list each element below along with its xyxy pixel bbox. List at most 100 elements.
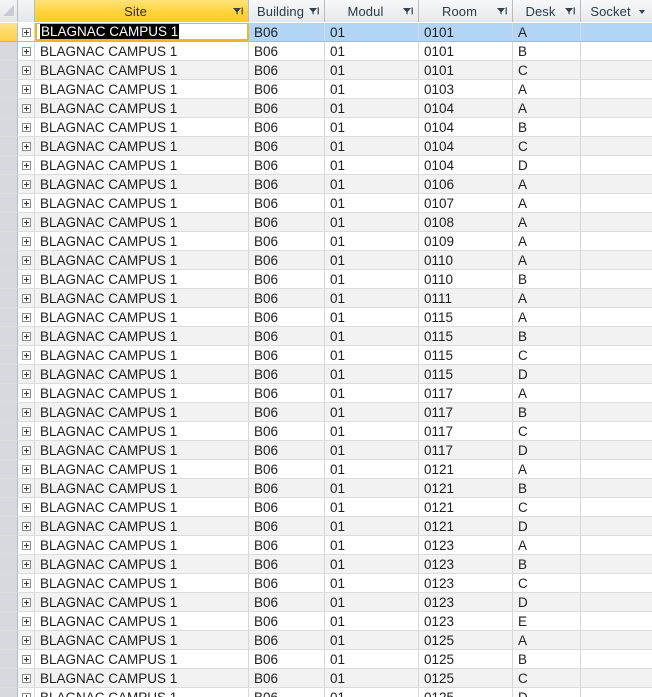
expand-row-button[interactable]	[18, 422, 35, 440]
cell-socket[interactable]	[581, 441, 652, 459]
cell-room[interactable]: 0110	[419, 251, 513, 269]
cell-room[interactable]: 0117	[419, 422, 513, 440]
expand-row-button[interactable]	[18, 137, 35, 155]
expand-row-button[interactable]	[18, 61, 35, 79]
table-row[interactable]: BLAGNAC CAMPUS 1 B06 01 0108 A	[0, 213, 652, 232]
table-row[interactable]: BLAGNAC CAMPUS 1 B06 01 0109 A	[0, 232, 652, 251]
cell-socket[interactable]	[581, 137, 652, 155]
record-selector[interactable]	[0, 213, 18, 231]
cell-room[interactable]: 0125	[419, 688, 513, 697]
cell-modul[interactable]: 01	[325, 194, 419, 212]
cell-building[interactable]: B06	[249, 251, 325, 269]
cell-site[interactable]: BLAGNAC CAMPUS 1	[35, 156, 249, 174]
cell-desk[interactable]: B	[513, 555, 581, 573]
cell-building[interactable]: B06	[249, 99, 325, 117]
cell-site[interactable]: BLAGNAC CAMPUS 1	[35, 593, 249, 611]
cell-socket[interactable]	[581, 365, 652, 383]
table-row[interactable]: BLAGNAC CAMPUS 1 B06 01 0104 B	[0, 118, 652, 137]
cell-modul[interactable]: 01	[325, 99, 419, 117]
cell-site[interactable]: BLAGNAC CAMPUS 1	[35, 232, 249, 250]
record-selector[interactable]	[0, 536, 18, 554]
cell-room[interactable]: 0121	[419, 460, 513, 478]
cell-socket[interactable]	[581, 422, 652, 440]
cell-site[interactable]: BLAGNAC CAMPUS 1	[35, 213, 249, 231]
cell-room[interactable]: 0104	[419, 156, 513, 174]
expand-row-button[interactable]	[18, 555, 35, 573]
cell-desk[interactable]: A	[513, 384, 581, 402]
cell-building[interactable]: B06	[249, 175, 325, 193]
cell-socket[interactable]	[581, 650, 652, 668]
cell-building[interactable]: B06	[249, 156, 325, 174]
cell-building[interactable]: B06	[249, 270, 325, 288]
cell-modul[interactable]: 01	[325, 669, 419, 687]
cell-room[interactable]: 0117	[419, 384, 513, 402]
cell-desk[interactable]: D	[513, 517, 581, 535]
cell-modul[interactable]: 01	[325, 365, 419, 383]
cell-socket[interactable]	[581, 574, 652, 592]
cell-site[interactable]: BLAGNAC CAMPUS 1	[35, 327, 249, 345]
expand-row-button[interactable]	[18, 251, 35, 269]
record-selector[interactable]	[0, 80, 18, 98]
cell-building[interactable]: B06	[249, 574, 325, 592]
expand-row-button[interactable]	[18, 460, 35, 478]
expand-row-button[interactable]	[18, 498, 35, 516]
cell-site[interactable]: BLAGNAC CAMPUS 1	[35, 289, 249, 307]
cell-editor-site[interactable]: BLAGNAC CAMPUS 1	[35, 23, 249, 41]
cell-site[interactable]: BLAGNAC CAMPUS 1	[35, 422, 249, 440]
table-row[interactable]: BLAGNAC CAMPUS 1 B06 01 0110 A	[0, 251, 652, 270]
cell-desk[interactable]: C	[513, 498, 581, 516]
cell-building[interactable]: B06	[249, 498, 325, 516]
cell-building[interactable]: B06	[249, 555, 325, 573]
expand-row-button[interactable]	[18, 194, 35, 212]
table-row[interactable]: BLAGNAC CAMPUS 1 B06 01 0125 D	[0, 688, 652, 697]
cell-building[interactable]: B06	[249, 80, 325, 98]
cell-desk[interactable]: C	[513, 669, 581, 687]
record-selector[interactable]	[0, 650, 18, 668]
cell-modul[interactable]: 01	[325, 536, 419, 554]
cell-building[interactable]: B06	[249, 422, 325, 440]
cell-desk[interactable]: C	[513, 574, 581, 592]
cell-socket[interactable]	[581, 156, 652, 174]
table-row[interactable]: BLAGNAC CAMPUS 1 B06 01 0123 B	[0, 555, 652, 574]
cell-socket[interactable]	[581, 23, 652, 41]
cell-desk[interactable]: C	[513, 61, 581, 79]
table-row[interactable]: BLAGNAC CAMPUS 1 B06 01 0123 D	[0, 593, 652, 612]
table-row[interactable]: BLAGNAC CAMPUS 1 B06 01 0121 C	[0, 498, 652, 517]
column-header-modul[interactable]: Modul	[325, 0, 419, 22]
cell-site[interactable]: BLAGNAC CAMPUS 1	[35, 650, 249, 668]
record-selector[interactable]	[0, 175, 18, 193]
cell-socket[interactable]	[581, 270, 652, 288]
cell-building[interactable]: B06	[249, 308, 325, 326]
cell-site[interactable]: BLAGNAC CAMPUS 1	[35, 460, 249, 478]
record-selector[interactable]	[0, 460, 18, 478]
expand-row-button[interactable]	[18, 574, 35, 592]
cell-modul[interactable]: 01	[325, 460, 419, 478]
cell-socket[interactable]	[581, 498, 652, 516]
cell-modul[interactable]: 01	[325, 403, 419, 421]
cell-desk[interactable]: D	[513, 688, 581, 697]
table-row[interactable]: BLAGNAC CAMPUS 1 B06 01 0123 A	[0, 536, 652, 555]
cell-modul[interactable]: 01	[325, 137, 419, 155]
cell-desk[interactable]: B	[513, 403, 581, 421]
column-header-socket[interactable]: Socket	[581, 0, 652, 22]
cell-modul[interactable]: 01	[325, 118, 419, 136]
cell-room[interactable]: 0125	[419, 650, 513, 668]
cell-room[interactable]: 0117	[419, 403, 513, 421]
cell-site[interactable]: BLAGNAC CAMPUS 1	[35, 137, 249, 155]
cell-room[interactable]: 0107	[419, 194, 513, 212]
cell-desk[interactable]: D	[513, 593, 581, 611]
cell-building[interactable]: B06	[249, 118, 325, 136]
cell-room[interactable]: 0123	[419, 555, 513, 573]
cell-site[interactable]: BLAGNAC CAMPUS 1	[35, 308, 249, 326]
cell-site[interactable]: BLAGNAC CAMPUS 1	[35, 517, 249, 535]
record-selector[interactable]	[0, 23, 18, 41]
cell-modul[interactable]: 01	[325, 479, 419, 497]
cell-desk[interactable]: A	[513, 175, 581, 193]
cell-room[interactable]: 0104	[419, 137, 513, 155]
cell-site[interactable]: BLAGNAC CAMPUS 1	[35, 346, 249, 364]
expand-row-button[interactable]	[18, 650, 35, 668]
record-selector[interactable]	[0, 384, 18, 402]
cell-building[interactable]: B06	[249, 346, 325, 364]
cell-desk[interactable]: A	[513, 460, 581, 478]
expand-row-button[interactable]	[18, 631, 35, 649]
